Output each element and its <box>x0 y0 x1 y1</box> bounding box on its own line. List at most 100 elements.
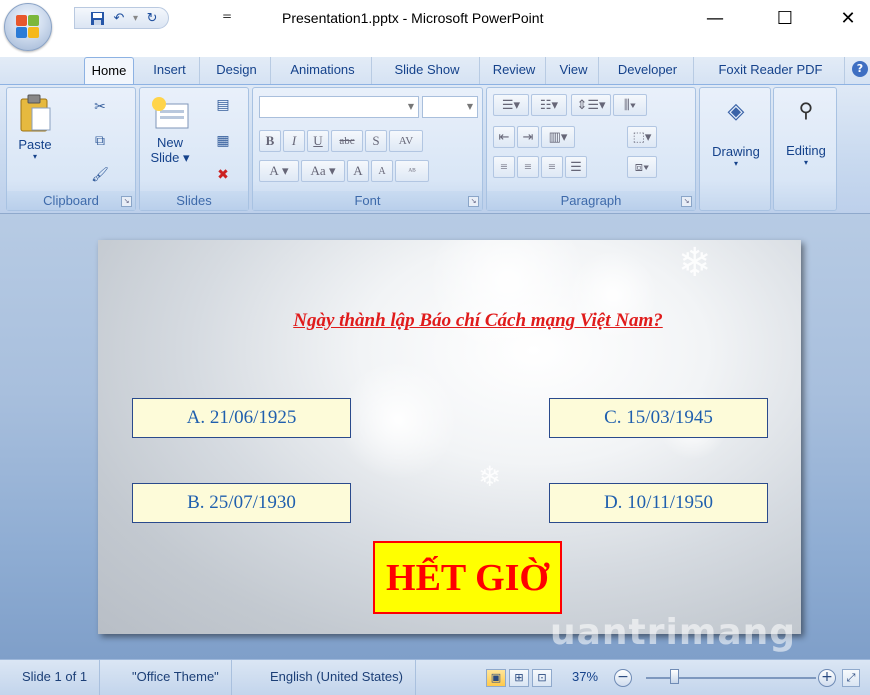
paragraph-group-label: Paragraph <box>487 191 695 210</box>
reset-icon[interactable]: ▦ <box>214 132 232 150</box>
paste-icon <box>20 94 51 132</box>
help-icon[interactable]: ? <box>852 61 868 77</box>
new-slide-label-2-text: Slide <box>150 150 180 165</box>
editing-label: Editing <box>786 143 826 158</box>
paste-label: Paste <box>18 137 52 152</box>
ribbon: Paste ▾ ✂ ⧉ 🖌 Clipboard ↘ New Slide ▾ ▤ … <box>0 84 870 214</box>
font-name-combo[interactable]: ▼ <box>259 96 419 118</box>
paragraph-group: ☰▾ ☷▾ ⇕☰▾ ⫼▾ ⇤ ⇥ ▥▾ ⬚▾ ≡ ≡ ≡ ☰ ⧈▾ Paragr… <box>486 87 696 211</box>
paste-button[interactable]: Paste ▾ <box>13 94 57 174</box>
office-logo-icon <box>16 15 40 39</box>
grow-font-button[interactable]: A <box>347 160 369 182</box>
delete-slide-icon[interactable]: ✖ <box>214 166 232 184</box>
decrease-indent-icon[interactable]: ⇤ <box>493 126 515 148</box>
layout-icon[interactable]: ▤ <box>214 96 232 114</box>
align-right-icon[interactable]: ≡ <box>541 156 563 178</box>
zoom-in-icon[interactable]: + <box>818 669 836 687</box>
slide-sorter-view-icon[interactable]: ⊞ <box>509 669 529 687</box>
office-button[interactable] <box>4 3 52 51</box>
timeout-box[interactable]: HẾT GIỜ <box>373 541 562 614</box>
new-slide-label-1: New <box>156 135 183 150</box>
character-spacing-button[interactable]: AV <box>389 130 423 152</box>
window-title: Presentation1.pptx - Microsoft PowerPoin… <box>282 10 544 26</box>
change-case-button[interactable]: Aa ▾ <box>301 160 345 182</box>
tab-design[interactable]: Design <box>203 57 271 85</box>
clear-formatting-icon[interactable]: ᴬᴮ <box>395 160 429 182</box>
align-center-icon[interactable]: ≡ <box>517 156 539 178</box>
font-launcher-icon[interactable]: ↘ <box>468 196 479 207</box>
tab-slide-show[interactable]: Slide Show <box>375 57 480 85</box>
tab-foxit-reader-pdf[interactable]: Foxit Reader PDF <box>697 57 845 85</box>
copy-icon[interactable]: ⧉ <box>91 132 109 150</box>
binoculars-icon: ⚲ <box>798 100 814 122</box>
save-icon[interactable] <box>89 10 105 26</box>
quick-access-toolbar: ↶ ▾ ↻ <box>74 7 170 29</box>
numbering-icon[interactable]: ☷▾ <box>531 94 567 116</box>
new-slide-button[interactable]: New Slide ▾ <box>144 96 196 186</box>
shadow-button[interactable]: S <box>365 130 387 152</box>
align-left-icon[interactable]: ≡ <box>493 156 515 178</box>
normal-view-icon[interactable]: ▣ <box>486 669 506 687</box>
zoom-slider-thumb[interactable] <box>670 669 679 684</box>
text-direction-icon[interactable]: ⫼▾ <box>613 94 647 116</box>
minimize-button[interactable]: — <box>695 6 735 30</box>
strikethrough-button[interactable]: abc <box>331 130 363 152</box>
tab-home[interactable]: Home <box>84 57 134 85</box>
theme-status[interactable]: "Office Theme" <box>120 660 232 695</box>
language-status[interactable]: English (United States) <box>258 660 416 695</box>
slide-show-view-icon[interactable]: ⊡ <box>532 669 552 687</box>
underline-button[interactable]: U <box>307 130 329 152</box>
format-painter-icon[interactable]: 🖌 <box>91 166 109 184</box>
align-text-icon[interactable]: ⬚▾ <box>627 126 657 148</box>
tab-view[interactable]: View <box>549 57 599 85</box>
question-text[interactable]: Ngày thành lập Báo chí Cách mạng Việt Na… <box>98 310 801 332</box>
editing-button[interactable]: ⚲ Editing ▾ <box>776 98 836 188</box>
font-color-button[interactable]: A ▾ <box>259 160 299 182</box>
font-size-dropdown-icon: ▼ <box>466 102 473 111</box>
customize-qat-button[interactable]: = <box>222 9 232 23</box>
fit-to-window-icon[interactable]: ⤢ <box>842 669 860 687</box>
font-group-label: Font <box>253 191 482 210</box>
change-case-label: Aa <box>310 163 326 178</box>
tab-developer[interactable]: Developer <box>602 57 694 85</box>
justify-icon[interactable]: ☰ <box>565 156 587 178</box>
redo-icon[interactable]: ↻ <box>144 10 160 26</box>
answer-b-box[interactable]: B. 25/07/1930 <box>132 483 351 523</box>
tab-animations[interactable]: Animations <box>274 57 372 85</box>
font-group: ▼ ▼ B I U abc S AV A ▾ Aa ▾ A A ᴬᴮ Font … <box>252 87 483 211</box>
bold-button[interactable]: B <box>259 130 281 152</box>
zoom-out-icon[interactable]: − <box>614 669 632 687</box>
undo-icon[interactable]: ↶ <box>111 10 127 26</box>
drawing-label: Drawing <box>712 144 760 159</box>
smartart-icon[interactable]: ⧈▾ <box>627 156 657 178</box>
new-slide-label-2: Slide ▾ <box>150 150 190 165</box>
bullets-icon[interactable]: ☰▾ <box>493 94 529 116</box>
answer-c-box[interactable]: C. 15/03/1945 <box>549 398 768 438</box>
increase-indent-icon[interactable]: ⇥ <box>517 126 539 148</box>
sparkle-decoration <box>428 240 588 360</box>
answer-d-box[interactable]: D. 10/11/1950 <box>549 483 768 523</box>
new-slide-icon <box>152 97 189 129</box>
font-size-combo[interactable]: ▼ <box>422 96 478 118</box>
maximize-button[interactable]: ☐ <box>765 6 805 30</box>
tab-review[interactable]: Review <box>483 57 546 85</box>
zoom-level[interactable]: 37% <box>572 660 598 694</box>
italic-button[interactable]: I <box>283 130 305 152</box>
slide-canvas[interactable]: ❄ ❄ ❄ Ngày thành lập Báo chí Cách mạng V… <box>98 240 801 634</box>
font-name-dropdown-icon: ▼ <box>407 102 414 111</box>
close-button[interactable]: ✕ <box>828 6 868 30</box>
undo-dropdown-icon[interactable]: ▾ <box>133 13 138 24</box>
drawing-dropdown-icon: ▾ <box>733 159 738 168</box>
paragraph-launcher-icon[interactable]: ↘ <box>681 196 692 207</box>
clipboard-launcher-icon[interactable]: ↘ <box>121 196 132 207</box>
drawing-button[interactable]: ◈ Drawing ▾ <box>702 98 770 188</box>
line-spacing-icon[interactable]: ⇕☰▾ <box>571 94 611 116</box>
answer-a-box[interactable]: A. 21/06/1925 <box>132 398 351 438</box>
slide-count-status: Slide 1 of 1 <box>10 660 101 695</box>
ribbon-tab-bar: Home Insert Design Animations Slide Show… <box>0 57 870 85</box>
shrink-font-button[interactable]: A <box>371 160 393 182</box>
tab-insert[interactable]: Insert <box>140 57 200 85</box>
columns-icon[interactable]: ▥▾ <box>541 126 575 148</box>
cut-icon[interactable]: ✂ <box>91 98 109 116</box>
drawing-group: ◈ Drawing ▾ <box>699 87 771 211</box>
